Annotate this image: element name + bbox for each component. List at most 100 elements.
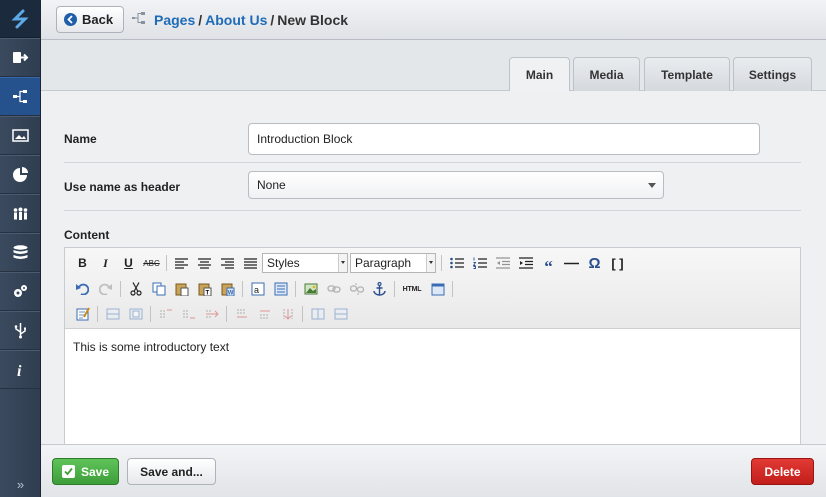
cut-button[interactable] bbox=[124, 278, 147, 300]
numbered-list-button[interactable] bbox=[468, 252, 491, 274]
merge-cells-button[interactable] bbox=[329, 303, 352, 325]
tab-settings[interactable]: Settings bbox=[733, 57, 812, 91]
paste-text-button[interactable]: T bbox=[193, 278, 216, 300]
top-bar: Back Pages / About Us / New Block bbox=[41, 0, 826, 40]
toolbar-separator bbox=[295, 281, 296, 297]
table-row-button[interactable] bbox=[101, 303, 124, 325]
save-button-label: Save bbox=[80, 464, 110, 479]
save-button[interactable]: Save bbox=[52, 458, 119, 485]
svg-text:W: W bbox=[227, 291, 233, 297]
split-cells-button[interactable] bbox=[306, 303, 329, 325]
form-panel: Name Use name as header None Content B I… bbox=[41, 91, 826, 444]
divider bbox=[64, 162, 801, 163]
breadcrumb: Pages / About Us / New Block bbox=[154, 12, 348, 28]
insert-row-before-button[interactable] bbox=[154, 303, 177, 325]
svg-text:i: i bbox=[17, 363, 22, 378]
back-button[interactable]: Back bbox=[56, 6, 124, 33]
toolbar-separator bbox=[441, 255, 442, 271]
tab-media[interactable]: Media bbox=[573, 57, 640, 91]
toolbar-separator bbox=[394, 281, 395, 297]
paste-button[interactable] bbox=[170, 278, 193, 300]
insert-column-after-button[interactable] bbox=[253, 303, 276, 325]
image-icon[interactable] bbox=[0, 116, 40, 155]
align-left-button[interactable] bbox=[170, 252, 193, 274]
breadcrumb-about-us[interactable]: About Us bbox=[205, 12, 267, 28]
split-cells-icon bbox=[311, 308, 324, 320]
tab-template[interactable]: Template bbox=[644, 57, 730, 91]
paste-text-icon: T bbox=[198, 283, 211, 297]
indent-button[interactable] bbox=[514, 252, 537, 274]
delete-button[interactable]: Delete bbox=[751, 458, 814, 485]
edit-table-button[interactable] bbox=[71, 303, 94, 325]
toolbar-separator bbox=[97, 306, 98, 322]
save-and-button[interactable]: Save and... bbox=[127, 458, 216, 485]
back-arrow-icon bbox=[64, 13, 77, 26]
logo-icon[interactable] bbox=[0, 0, 40, 38]
pie-chart-icon[interactable] bbox=[0, 155, 40, 194]
image-icon bbox=[304, 283, 317, 295]
italic-button[interactable]: I bbox=[94, 252, 117, 274]
special-character-button[interactable]: Ω bbox=[583, 252, 606, 274]
select-all-button[interactable] bbox=[269, 278, 292, 300]
toolbar-separator bbox=[302, 306, 303, 322]
paste-word-button[interactable]: W bbox=[216, 278, 239, 300]
align-right-button[interactable] bbox=[216, 252, 239, 274]
link-button[interactable] bbox=[322, 278, 345, 300]
outdent-icon bbox=[495, 257, 510, 269]
chevron-down-icon bbox=[338, 254, 347, 272]
styles-dropdown[interactable]: Styles bbox=[262, 253, 348, 273]
database-icon[interactable] bbox=[0, 233, 40, 272]
logout-icon[interactable] bbox=[0, 38, 40, 77]
insert-column-before-button[interactable] bbox=[230, 303, 253, 325]
insert-image-button[interactable] bbox=[299, 278, 322, 300]
preview-button[interactable] bbox=[426, 278, 449, 300]
table-column-button[interactable] bbox=[124, 303, 147, 325]
toolbar-separator bbox=[150, 306, 151, 322]
underline-button[interactable]: U bbox=[117, 252, 140, 274]
delete-row-button[interactable] bbox=[200, 303, 223, 325]
align-justify-button[interactable] bbox=[239, 252, 262, 274]
insert-row-after-button[interactable] bbox=[177, 303, 200, 325]
html-source-button[interactable]: HTML bbox=[398, 278, 426, 300]
delete-column-button[interactable] bbox=[276, 303, 299, 325]
find-button[interactable]: a bbox=[246, 278, 269, 300]
merge-cells-icon bbox=[334, 308, 347, 320]
use-name-as-header-select[interactable]: None bbox=[248, 171, 664, 199]
format-dropdown[interactable]: Paragraph bbox=[350, 253, 436, 273]
breadcrumb-pages[interactable]: Pages bbox=[154, 12, 195, 28]
brackets-icon: [ ] bbox=[611, 255, 624, 271]
preview-icon bbox=[431, 283, 444, 295]
copy-button[interactable] bbox=[147, 278, 170, 300]
editor-content-area[interactable]: This is some introductory text bbox=[65, 329, 800, 365]
name-label: Name bbox=[64, 132, 97, 146]
undo-button[interactable] bbox=[71, 278, 94, 300]
bold-button[interactable]: B bbox=[71, 252, 94, 274]
table-column-icon bbox=[129, 308, 142, 320]
align-center-button[interactable] bbox=[193, 252, 216, 274]
name-input[interactable] bbox=[248, 123, 760, 155]
table-row-icon bbox=[106, 308, 119, 320]
horizontal-rule-button[interactable] bbox=[560, 252, 583, 274]
collapse-sidebar-button[interactable]: » bbox=[0, 471, 41, 497]
usb-icon[interactable] bbox=[0, 311, 40, 350]
delete-row-icon bbox=[205, 310, 219, 318]
redo-button[interactable] bbox=[94, 278, 117, 300]
svg-text:T: T bbox=[205, 291, 209, 297]
redo-icon bbox=[99, 283, 112, 295]
undo-icon bbox=[76, 283, 89, 295]
strikethrough-button[interactable]: ABC bbox=[140, 252, 163, 274]
gears-icon[interactable] bbox=[0, 272, 40, 311]
outdent-button[interactable] bbox=[491, 252, 514, 274]
show-blocks-button[interactable]: [ ] bbox=[606, 252, 629, 274]
html-icon: HTML bbox=[402, 285, 422, 293]
info-icon[interactable]: i bbox=[0, 350, 40, 389]
anchor-button[interactable] bbox=[368, 278, 391, 300]
unlink-button[interactable] bbox=[345, 278, 368, 300]
users-icon[interactable] bbox=[0, 194, 40, 233]
insert-row-before-icon bbox=[159, 309, 172, 318]
tab-main[interactable]: Main bbox=[509, 57, 570, 92]
bullet-list-button[interactable] bbox=[445, 252, 468, 274]
bold-icon: B bbox=[78, 256, 87, 270]
sitemap-icon[interactable] bbox=[0, 77, 40, 116]
blockquote-button[interactable]: “ bbox=[537, 252, 560, 275]
